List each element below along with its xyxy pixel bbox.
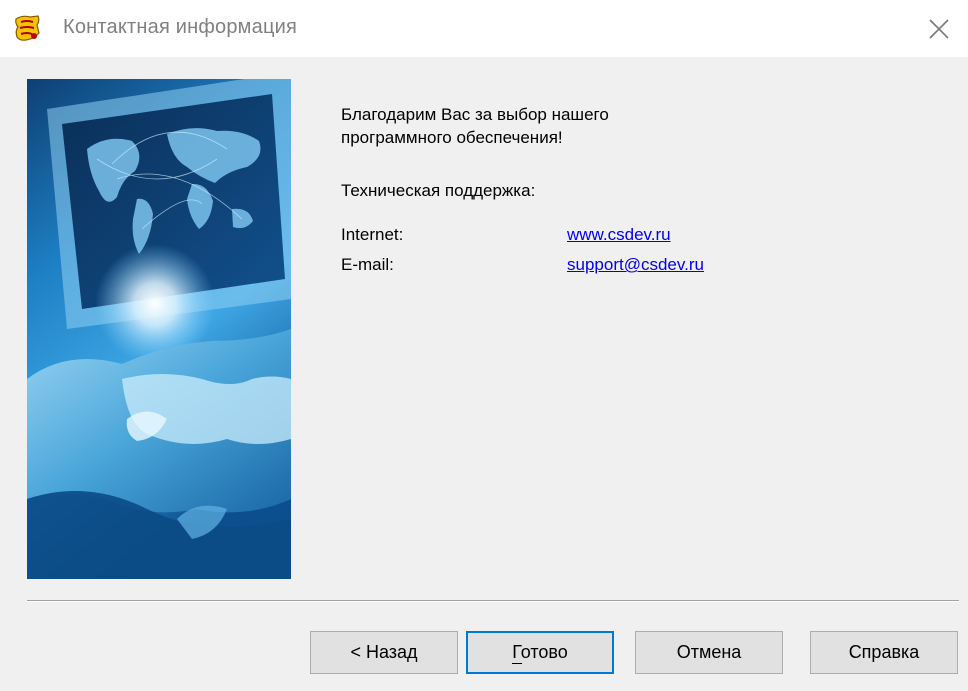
help-button-label: Справка	[848, 642, 920, 662]
mnemonic-underline	[512, 663, 523, 664]
website-link[interactable]: www.csdev.ru	[567, 220, 671, 250]
support-heading: Техническая поддержка:	[341, 181, 536, 200]
internet-label: Internet:	[341, 225, 404, 244]
contact-info-dialog: Контактная информация Благодарим Вас за …	[0, 0, 968, 691]
title-bar: Контактная информация	[0, 0, 968, 57]
close-button[interactable]	[910, 0, 968, 57]
setup-app-icon	[12, 13, 44, 45]
content-panel: Благодарим Вас за выбор нашего программн…	[341, 103, 921, 280]
back-button[interactable]: < Назад	[310, 631, 458, 674]
thanks-message: Благодарим Вас за выбор нашего программн…	[341, 105, 609, 147]
email-label: E-mail:	[341, 255, 394, 274]
back-button-label: < Назад	[350, 642, 418, 662]
cancel-button[interactable]: Отмена	[635, 631, 783, 674]
handshake-world-map-image	[27, 79, 291, 579]
contact-row-email: E-mail: support@csdev.ru	[341, 250, 921, 280]
cancel-button-label: Отмена	[676, 642, 742, 662]
finish-button[interactable]: Готово	[466, 631, 614, 674]
email-link[interactable]: support@csdev.ru	[567, 250, 704, 280]
finish-button-label: Готово	[512, 642, 568, 664]
help-button[interactable]: Справка	[810, 631, 958, 674]
window-title: Контактная информация	[63, 16, 298, 38]
button-divider	[27, 600, 959, 602]
finish-button-text: Готово	[512, 642, 568, 662]
close-icon	[929, 18, 949, 39]
contact-row-internet: Internet: www.csdev.ru	[341, 220, 921, 250]
